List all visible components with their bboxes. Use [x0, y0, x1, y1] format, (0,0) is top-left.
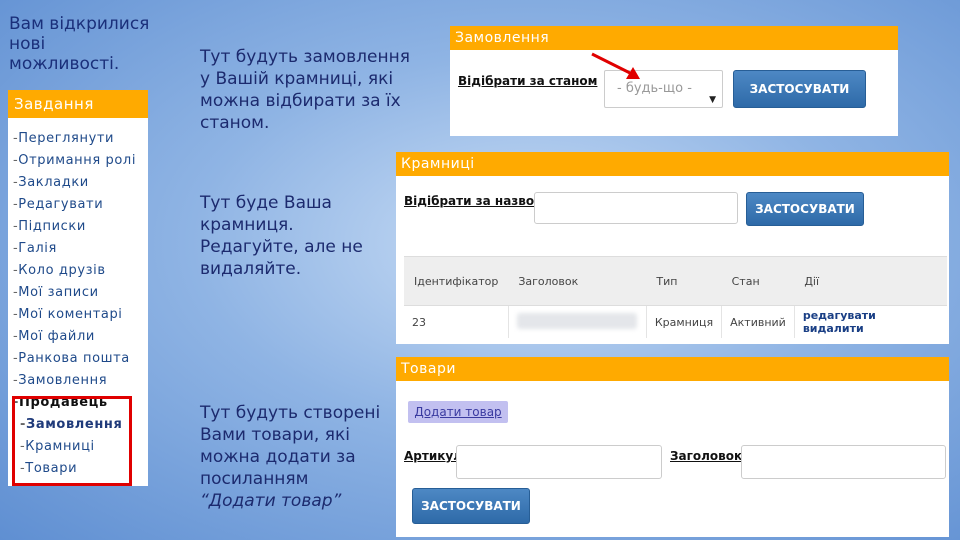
sidebar-item-galia[interactable]: -Галія: [8, 238, 148, 260]
title-label: Заголовок: [670, 449, 743, 463]
sidebar-item-my-files[interactable]: -Мої файли: [8, 326, 148, 348]
sidebar-item-label: Мої файли: [18, 329, 95, 344]
products-note-link: “Додати товар”: [200, 491, 342, 511]
stores-note-line: Редагуйте, але не: [200, 237, 363, 257]
sidebar-item-label: Закладки: [18, 175, 89, 190]
store-actions-cell: редагувати видалити: [793, 305, 947, 338]
stores-note-line: видаляйте.: [200, 259, 302, 279]
column-header-title[interactable]: Заголовок: [508, 256, 647, 306]
orders-note-line: у Вашій крамниці, які: [200, 69, 394, 89]
products-panel-title: Товари: [396, 357, 949, 381]
column-header-id[interactable]: Ідентифікатор: [404, 256, 509, 306]
intro-line-1: Вам відкрилися: [9, 14, 150, 34]
seller-highlight-box: [12, 396, 132, 486]
stores-filter-label: Відібрати за назвою: [404, 194, 546, 208]
table-row: 23 Крамниця Активний редагувати видалити: [404, 305, 947, 338]
column-header-state[interactable]: Стан: [721, 256, 795, 306]
sidebar-item-label: Коло друзів: [18, 263, 106, 278]
sidebar-item-subscriptions[interactable]: -Підписки: [8, 216, 148, 238]
products-note-line: Тут будуть створені: [200, 403, 381, 423]
sidebar-item-label: Мої коментарі: [18, 307, 123, 322]
stores-apply-button[interactable]: ЗАСТОСУВАТИ: [746, 192, 864, 226]
stores-panel: Крамниці Відібрати за назвою ЗАСТОСУВАТИ…: [396, 152, 949, 344]
sidebar-item-label: Замовлення: [18, 373, 108, 388]
store-id-cell: 23: [404, 305, 509, 338]
orders-note-line: можна відбирати за їх: [200, 91, 401, 111]
products-note: Тут будуть створені Вами товари, які мож…: [200, 402, 390, 512]
red-arrow-icon: [591, 52, 640, 79]
edit-link[interactable]: редагувати: [803, 309, 876, 322]
column-header-type[interactable]: Тип: [646, 256, 722, 306]
sidebar-item-bookmarks[interactable]: -Закладки: [8, 172, 148, 194]
sidebar-title: Завдання: [8, 90, 148, 118]
store-title-cell: [507, 305, 647, 338]
sidebar-item-get-role[interactable]: -Отримання ролі: [8, 150, 148, 172]
sidebar-item-view[interactable]: -Переглянути: [8, 128, 148, 150]
products-note-line: можна додати за: [200, 447, 356, 467]
dropdown-arrow-icon: ▼: [709, 95, 716, 105]
sidebar-item-label: Ранкова пошта: [18, 351, 130, 366]
sidebar-item-label: Галія: [18, 241, 57, 256]
sidebar-item-orders[interactable]: -Замовлення: [8, 370, 148, 392]
table-header-row: Ідентифікатор Заголовок Тип Стан Дії: [404, 256, 947, 306]
store-name-input[interactable]: [534, 192, 738, 224]
column-header-actions: Дії: [794, 256, 947, 306]
orders-note-line: Тут будуть замовлення: [200, 47, 410, 67]
stores-note: Тут буде Ваша крамниця. Редагуйте, але н…: [200, 192, 390, 280]
orders-apply-button[interactable]: ЗАСТОСУВАТИ: [733, 70, 866, 108]
store-state-cell: Активний: [721, 305, 795, 338]
sidebar-item-morning-mail[interactable]: -Ранкова пошта: [8, 348, 148, 370]
stores-note-line: крамниця.: [200, 215, 294, 235]
stores-panel-title: Крамниці: [396, 152, 949, 176]
intro-line-3: можливості.: [9, 54, 120, 74]
sidebar-item-edit[interactable]: -Редагувати: [8, 194, 148, 216]
title-input[interactable]: [741, 445, 946, 479]
sidebar-item-my-comments[interactable]: -Мої коментарі: [8, 304, 148, 326]
sidebar-item-label: Переглянути: [18, 131, 115, 146]
products-panel: Товари Додати товар Артикул Заголовок ЗА…: [396, 357, 949, 537]
orders-note-line: станом.: [200, 113, 270, 133]
stores-note-line: Тут буде Ваша: [200, 193, 332, 213]
orders-filter-label: Відібрати за станом: [458, 74, 598, 88]
add-product-link[interactable]: Додати товар: [408, 401, 508, 423]
products-note-line: посиланням: [200, 469, 309, 489]
sidebar-item-label: Підписки: [18, 219, 86, 234]
orders-panel: Замовлення Відібрати за станом - будь-що…: [450, 26, 898, 136]
sku-input[interactable]: [456, 445, 662, 479]
delete-link[interactable]: видалити: [803, 322, 864, 335]
intro-text: Вам відкрилися нові можливості.: [9, 14, 159, 74]
blurred-title: [516, 312, 637, 329]
sidebar-item-label: Отримання ролі: [18, 153, 137, 168]
sidebar-item-my-posts[interactable]: -Мої записи: [8, 282, 148, 304]
store-type-cell: Крамниця: [645, 305, 722, 338]
products-note-line: Вами товари, які: [200, 425, 350, 445]
sidebar-item-label: Редагувати: [18, 197, 104, 212]
orders-note: Тут будуть замовлення у Вашій крамниці, …: [200, 46, 420, 134]
stores-table: Ідентифікатор Заголовок Тип Стан Дії 23 …: [404, 256, 947, 338]
sidebar-item-label: Мої записи: [18, 285, 99, 300]
orders-panel-title: Замовлення: [450, 26, 898, 50]
sku-label: Артикул: [404, 449, 462, 463]
products-apply-button[interactable]: ЗАСТОСУВАТИ: [412, 488, 530, 524]
intro-line-2: нові: [9, 34, 46, 54]
sidebar-item-friends[interactable]: -Коло друзів: [8, 260, 148, 282]
